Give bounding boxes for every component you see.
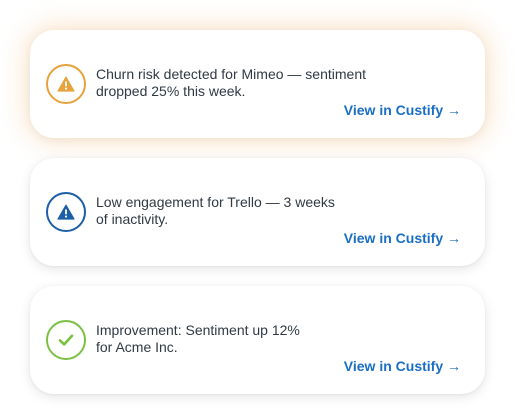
warning-triangle-icon [57, 76, 75, 92]
alert-message-line-2: of inactivity. [96, 211, 169, 227]
warning-triangle-icon [57, 204, 75, 220]
view-in-custify-link[interactable]: View in Custify → [344, 358, 461, 374]
alert-message: Low engagement for Trello — 3 weeks of i… [96, 194, 396, 228]
success-status-icon [46, 320, 86, 360]
alert-card-low-engagement: Low engagement for Trello — 3 weeks of i… [30, 158, 485, 266]
checkmark-icon [58, 334, 74, 346]
warning-status-icon [46, 64, 86, 104]
alert-message-line-1: Improvement: Sentiment up 12% [96, 322, 300, 338]
alert-message-line-2: dropped 25% this week. [96, 83, 246, 99]
alert-message-line-1: Low engagement for Trello — 3 weeks [96, 194, 335, 210]
view-in-custify-link[interactable]: View in Custify → [344, 230, 461, 246]
alert-message-line-2: for Acme Inc. [96, 339, 178, 355]
alert-card-improvement: Improvement: Sentiment up 12% for Acme I… [30, 286, 485, 394]
alert-message: Improvement: Sentiment up 12% for Acme I… [96, 322, 396, 356]
info-status-icon [46, 192, 86, 232]
alert-message-line-1: Churn risk detected for Mimeo — sentimen… [96, 66, 366, 82]
view-in-custify-link[interactable]: View in Custify → [344, 102, 461, 118]
alert-card-churn-risk: Churn risk detected for Mimeo — sentimen… [30, 30, 485, 138]
notification-stack: Churn risk detected for Mimeo — sentimen… [0, 0, 515, 414]
alert-message: Churn risk detected for Mimeo — sentimen… [96, 66, 396, 100]
